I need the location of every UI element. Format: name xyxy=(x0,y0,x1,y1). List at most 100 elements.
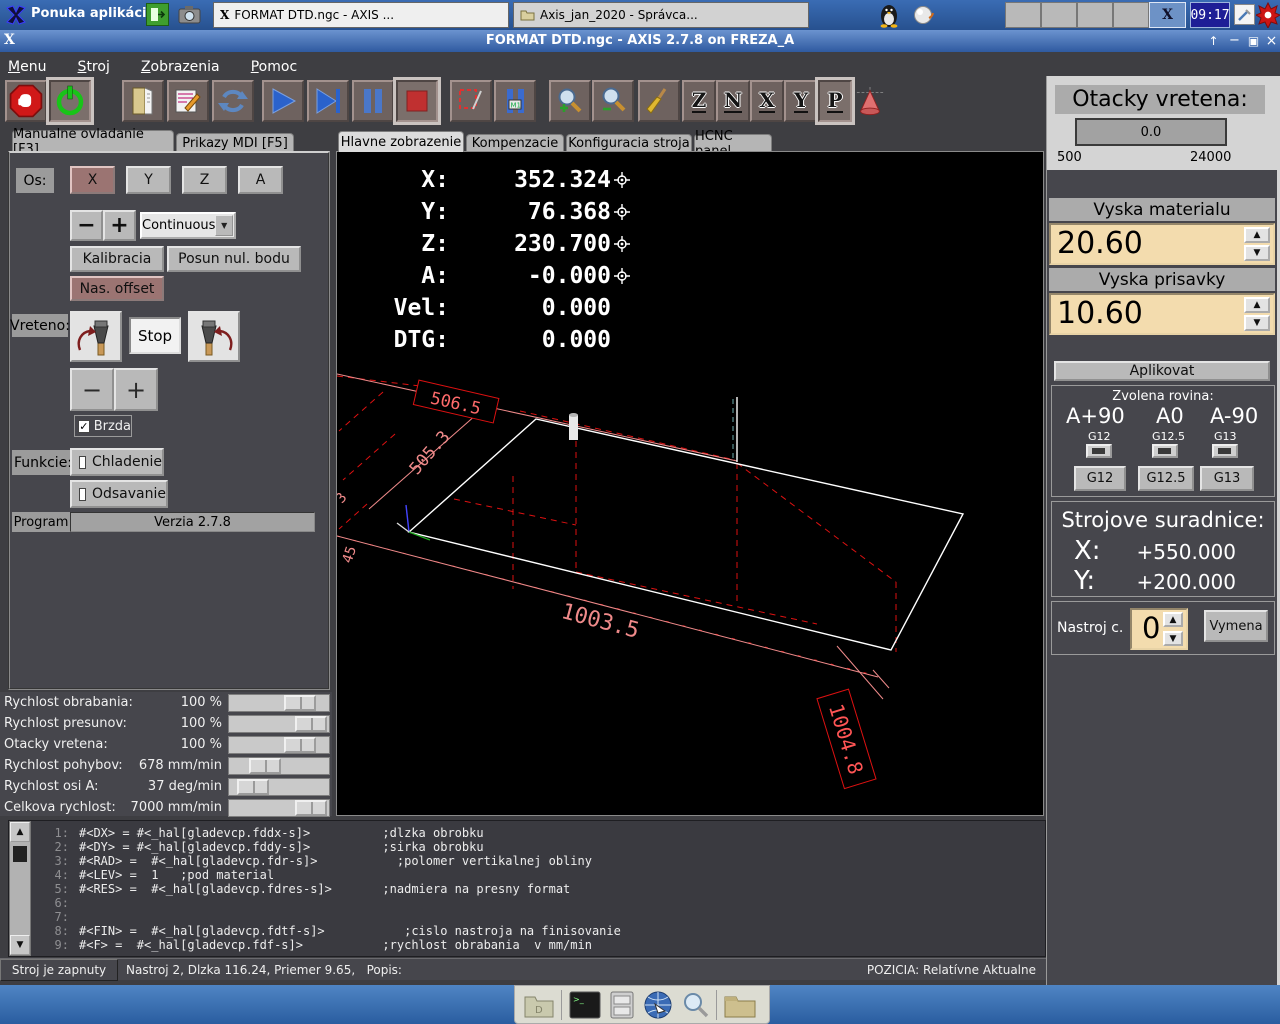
axis-x-button[interactable]: X xyxy=(70,166,115,194)
spin-up-icon[interactable]: ▲ xyxy=(1244,297,1270,313)
workspace-2[interactable] xyxy=(1041,2,1077,28)
taskbar-task-axis[interactable]: X FORMAT DTD.ngc - AXIS ... xyxy=(213,2,509,28)
axis-z-button[interactable]: Z xyxy=(182,166,227,194)
workspace-active[interactable]: X xyxy=(1149,2,1186,28)
jog-plus-button[interactable]: + xyxy=(103,210,136,241)
toolpath-plot[interactable]: 506.5 505.3 1003.5 1004.8 3 45 xyxy=(337,152,1045,817)
alert-siren-icon[interactable] xyxy=(1256,2,1280,28)
spin-up-icon[interactable]: ▲ xyxy=(1163,612,1183,627)
override-slider[interactable] xyxy=(228,694,330,712)
brzda-checkbox[interactable]: ✓ Brzda xyxy=(74,415,132,437)
override-slider[interactable] xyxy=(228,757,330,775)
workspace-1[interactable] xyxy=(1005,2,1041,28)
tab-mdi[interactable]: Prikazy MDI [F5] xyxy=(176,133,294,152)
odsavanie-checkbox[interactable]: Odsavanie xyxy=(70,480,168,508)
override-slider[interactable] xyxy=(228,715,330,733)
pause-button[interactable] xyxy=(352,80,394,122)
nas-offset-button[interactable]: Nas. offset xyxy=(70,276,164,301)
tool-cone-button[interactable] xyxy=(853,80,887,122)
window-shade-button[interactable]: ↑ xyxy=(1205,32,1222,49)
jog-mode-combo[interactable]: Continuous ▼ xyxy=(140,212,236,239)
g12-button[interactable]: G12 xyxy=(1074,466,1126,491)
scroll-up-icon[interactable]: ▲ xyxy=(10,822,30,842)
workspace-4[interactable] xyxy=(1113,2,1149,28)
screenshot-icon[interactable] xyxy=(177,3,202,26)
volume-sphere-icon[interactable] xyxy=(913,4,935,26)
view-z-button[interactable]: Z xyxy=(682,80,716,122)
menu-item-pomoc[interactable]: Pomoc xyxy=(251,59,297,75)
browser-globe-icon[interactable] xyxy=(642,989,674,1021)
tool-number-spinbox[interactable]: 0 ▲ ▼ xyxy=(1130,608,1188,650)
vyska-prisavky-spinbox[interactable]: 10.60 ▲ ▼ xyxy=(1049,293,1275,335)
step-button[interactable] xyxy=(307,80,349,122)
posun-nul-bodu-button[interactable]: Posun nul. bodu xyxy=(167,246,301,272)
app-menu-label[interactable]: Ponuka aplikácií xyxy=(31,6,151,21)
open-file-button[interactable] xyxy=(122,80,164,122)
taskbar-task-filemanager[interactable]: Axis_jan_2020 - Správca... xyxy=(513,2,809,28)
run-button[interactable] xyxy=(262,80,304,122)
g125-button[interactable]: G12.5 xyxy=(1138,466,1194,491)
g13-button[interactable]: G13 xyxy=(1200,466,1254,491)
spindle-slower-button[interactable]: − xyxy=(70,368,114,411)
preview-canvas[interactable]: X:352.324 Y:76.368 Z:230.700 A:-0.000 Ve… xyxy=(336,151,1044,816)
view-x-button[interactable]: X xyxy=(750,80,784,122)
clock[interactable]: 09:17 xyxy=(1190,2,1230,28)
terminal-icon[interactable]: >_ xyxy=(568,990,602,1020)
workspace-3[interactable] xyxy=(1077,2,1113,28)
override-slider[interactable] xyxy=(228,799,330,817)
menu-item-zobrazenia[interactable]: Zobrazenia xyxy=(141,59,220,75)
folder-icon[interactable] xyxy=(723,991,757,1019)
edit-file-button[interactable] xyxy=(167,80,209,122)
spin-down-icon[interactable]: ▼ xyxy=(1244,245,1270,261)
spin-down-icon[interactable]: ▼ xyxy=(1244,315,1270,331)
tab-hcnc-panel[interactable]: HCNC panel xyxy=(694,134,772,152)
zoom-in-button[interactable] xyxy=(549,80,591,122)
scroll-down-icon[interactable]: ▼ xyxy=(10,935,30,955)
desktop-folder-icon[interactable]: D xyxy=(523,991,555,1019)
skip-lines-button[interactable] xyxy=(450,80,492,122)
logout-icon[interactable] xyxy=(146,3,169,26)
spindle-stop-button[interactable]: Stop xyxy=(129,317,181,354)
spindle-ccw-button[interactable] xyxy=(70,311,122,362)
estop-button[interactable] xyxy=(5,80,47,122)
optional-stop-button[interactable]: M1 xyxy=(494,80,536,122)
view-z-rotated-button[interactable]: N xyxy=(716,80,750,122)
spin-down-icon[interactable]: ▼ xyxy=(1163,631,1183,646)
window-titlebar[interactable]: X FORMAT DTD.ngc - AXIS 2.7.8 on FREZA_A… xyxy=(0,30,1280,52)
view-p-button[interactable]: P xyxy=(818,80,852,122)
chladenie-checkbox[interactable]: Chladenie xyxy=(70,448,164,476)
combo-dropdown-icon[interactable]: ▼ xyxy=(215,215,233,236)
archive-icon[interactable] xyxy=(608,990,636,1020)
tab-manual-control[interactable]: Manualne ovladanie [F3] xyxy=(12,130,174,152)
menu-item-menu[interactable]: Menu xyxy=(8,59,46,75)
tab-preview[interactable]: Hlavne zobrazenie xyxy=(338,131,464,152)
clear-plot-button[interactable] xyxy=(638,80,680,122)
spin-up-icon[interactable]: ▲ xyxy=(1244,227,1270,243)
workspace-pager[interactable]: X xyxy=(1005,2,1186,28)
tux-icon[interactable] xyxy=(876,2,902,28)
tab-konfiguracia[interactable]: Konfiguracia stroja xyxy=(566,134,692,152)
aplikovat-button[interactable]: Aplikovat xyxy=(1054,361,1270,381)
kalibracia-button[interactable]: Kalibracia xyxy=(70,246,164,272)
spindle-faster-button[interactable]: + xyxy=(114,368,158,411)
view-y-button[interactable]: Y xyxy=(784,80,818,122)
window-minimize-button[interactable]: − xyxy=(1226,32,1243,49)
magnifier-pen-icon[interactable] xyxy=(1234,4,1255,25)
window-maximize-button[interactable]: ▣ xyxy=(1245,32,1262,49)
stop-button[interactable] xyxy=(396,80,438,122)
jog-minus-button[interactable]: − xyxy=(70,210,103,241)
axis-y-button[interactable]: Y xyxy=(126,166,171,194)
gcode-listing[interactable]: ▲ ▼ 1:#<DX> = #<_hal[gladevcp.fddx-s]> ;… xyxy=(8,820,1046,957)
vymena-button[interactable]: Vymena xyxy=(1204,610,1268,642)
vyska-materialu-spinbox[interactable]: 20.60 ▲ ▼ xyxy=(1049,223,1275,265)
machine-power-button[interactable] xyxy=(49,80,91,122)
override-slider[interactable] xyxy=(228,736,330,754)
gcode-scrollbar[interactable]: ▲ ▼ xyxy=(9,821,31,956)
search-icon[interactable] xyxy=(680,990,710,1020)
override-slider[interactable] xyxy=(228,778,330,796)
app-menu-logo-icon[interactable] xyxy=(5,4,27,26)
menu-item-stroj[interactable]: Stroj xyxy=(78,59,110,75)
tab-kompenzacie[interactable]: Kompenzacie xyxy=(466,134,564,152)
reload-file-button[interactable] xyxy=(212,80,254,122)
scrollbar-thumb[interactable] xyxy=(13,846,27,862)
